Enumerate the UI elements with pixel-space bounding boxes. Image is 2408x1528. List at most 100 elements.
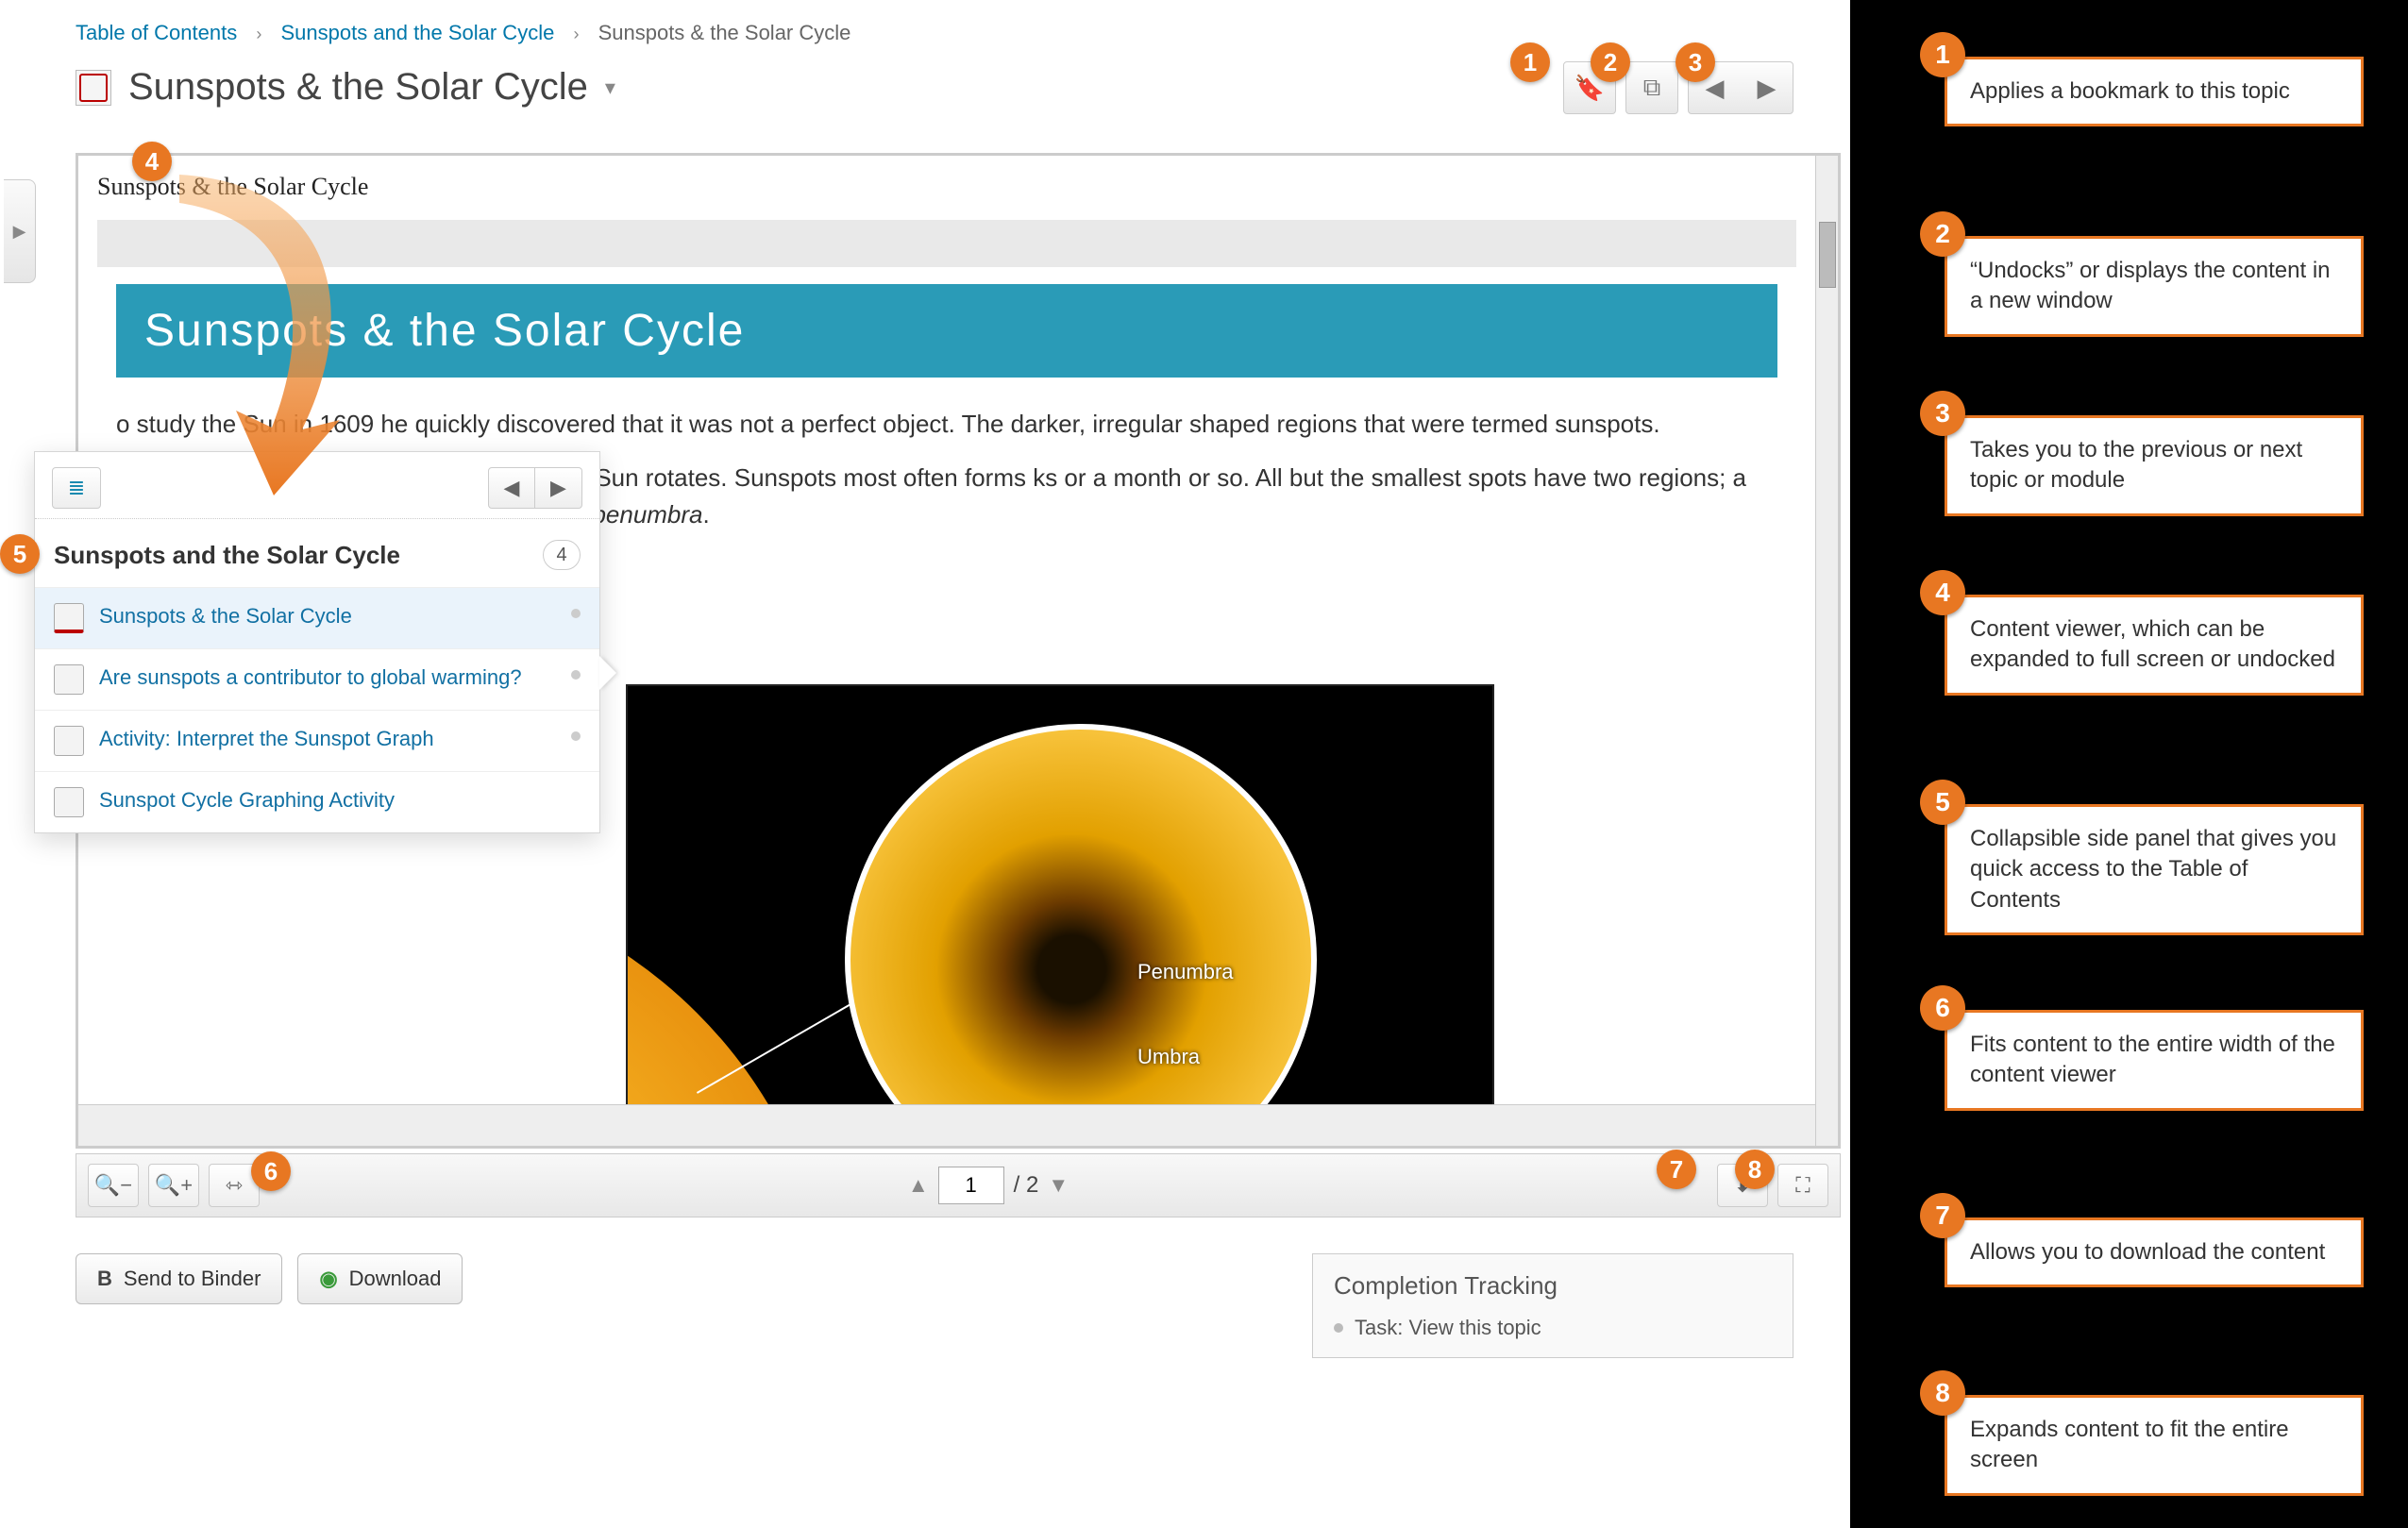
callout-note-text: Applies a bookmark to this topic <box>1970 78 2290 104</box>
callout-badge-7: 7 <box>1920 1193 1965 1238</box>
callout-marker-7: 7 <box>1657 1150 1696 1189</box>
download-label: Download <box>349 1267 442 1291</box>
zoom-out-icon: 🔍− <box>94 1173 132 1198</box>
binder-icon: B <box>97 1267 112 1291</box>
callout-marker-4: 4 <box>132 142 172 181</box>
title-dropdown-caret[interactable]: ▾ <box>605 76 615 100</box>
callout-marker-6: 6 <box>251 1151 291 1191</box>
breadcrumb-module[interactable]: Sunspots and the Solar Cycle <box>280 21 554 44</box>
paragraph-2-emph: penumbra <box>592 500 702 529</box>
pdf-icon <box>76 70 111 106</box>
page-up-button[interactable]: ▲ <box>908 1173 929 1198</box>
toc-item-label: Sunspot Cycle Graphing Activity <box>99 787 395 814</box>
breadcrumb: Table of Contents › Sunspots and the Sol… <box>76 21 850 45</box>
undock-icon: ⧉ <box>1643 73 1661 103</box>
send-to-binder-button[interactable]: B Send to Binder <box>76 1253 282 1304</box>
toc-item[interactable]: Activity: Interpret the Sunspot Graph <box>35 710 599 771</box>
callout-marker-5: 5 <box>0 534 40 574</box>
completion-heading: Completion Tracking <box>1334 1271 1772 1301</box>
fullscreen-icon: ⛶ <box>1795 1173 1810 1198</box>
completion-tracking-panel: Completion Tracking Task: View this topi… <box>1312 1253 1793 1358</box>
chevron-right-icon: › <box>243 25 275 43</box>
document-banner: Sunspots & the Solar Cycle <box>116 284 1777 378</box>
breadcrumb-root[interactable]: Table of Contents <box>76 21 237 44</box>
toc-side-panel: ≣ ◀ ▶ Sunspots and the Solar Cycle 4 Sun… <box>34 451 600 833</box>
status-dot-icon <box>571 731 581 741</box>
callout-marker-8: 8 <box>1735 1150 1775 1189</box>
send-to-binder-label: Send to Binder <box>124 1267 261 1291</box>
completion-task: Task: View this topic <box>1334 1316 1772 1340</box>
web-link-icon <box>54 726 84 756</box>
callout-note-2: “Undocks” or displays the content in a n… <box>1945 236 2364 337</box>
chevron-right-icon: › <box>560 25 592 43</box>
panel-prev-button[interactable]: ◀ <box>488 467 535 509</box>
callout-note-text: “Undocks” or displays the content in a n… <box>1970 258 2331 313</box>
callout-note-3: Takes you to the previous or next topic … <box>1945 415 2364 516</box>
page-input[interactable] <box>938 1167 1004 1204</box>
callout-note-8: Expands content to fit the entire screen <box>1945 1395 2364 1496</box>
breadcrumb-current: Sunspots & the Solar Cycle <box>598 21 851 44</box>
paragraph-1: o study the Sun in 1609 he quickly disco… <box>116 406 1777 443</box>
pdf-icon <box>54 603 84 633</box>
zoom-out-button[interactable]: 🔍− <box>88 1164 139 1207</box>
toc-item[interactable]: Sunspot Cycle Graphing Activity <box>35 771 599 832</box>
download-button[interactable]: ◉ Download <box>297 1253 463 1304</box>
callout-badge-2: 2 <box>1920 211 1965 257</box>
callout-badge-8: 8 <box>1920 1370 1965 1416</box>
callout-note-text: Content viewer, which can be expanded to… <box>1970 616 2335 672</box>
viewer-bottom-bar <box>78 1104 1815 1146</box>
fullscreen-button[interactable]: ⛶ <box>1777 1164 1828 1207</box>
label-umbra: Umbra <box>1137 1045 1200 1069</box>
toc-list-button[interactable]: ≣ <box>52 467 101 509</box>
panel-count-badge: 4 <box>543 540 581 570</box>
status-dot-icon <box>1334 1323 1343 1333</box>
panel-title: Sunspots and the Solar Cycle <box>54 541 400 570</box>
callout-marker-1: 1 <box>1510 42 1550 82</box>
discussion-icon <box>54 664 84 695</box>
label-penumbra: Penumbra <box>1137 960 1234 984</box>
callout-badge-5: 5 <box>1920 780 1965 825</box>
callout-marker-3: 3 <box>1675 42 1715 82</box>
callout-note-7: Allows you to download the content <box>1945 1217 2364 1287</box>
list-icon: ≣ <box>68 476 85 500</box>
document-band <box>97 220 1796 267</box>
toc-item-label: Sunspots & the Solar Cycle <box>99 603 352 630</box>
callout-note-text: Takes you to the previous or next topic … <box>1970 437 2302 493</box>
panel-next-button[interactable]: ▶ <box>535 467 582 509</box>
sunspot-image: Penumbra Umbra <box>626 684 1494 1104</box>
callout-note-text: Fits content to the entire width of the … <box>1970 1032 2335 1087</box>
page-nav: ▲ / 2 ▼ <box>908 1167 1069 1204</box>
document-header: Sunspots & the Solar Cycle <box>78 156 1815 210</box>
callout-badge-3: 3 <box>1920 391 1965 436</box>
toc-item-label: Are sunspots a contributor to global war… <box>99 664 522 692</box>
callout-badge-4: 4 <box>1920 570 1965 615</box>
callout-note-5: Collapsible side panel that gives you qu… <box>1945 804 2364 935</box>
undock-button[interactable]: ⧉ <box>1625 61 1678 114</box>
toc-item[interactable]: Sunspots & the Solar Cycle <box>35 587 599 648</box>
zoom-in-button[interactable]: 🔍+ <box>148 1164 199 1207</box>
callout-note-1: Applies a bookmark to this topic <box>1945 57 2364 126</box>
toc-item[interactable]: Are sunspots a contributor to global war… <box>35 648 599 710</box>
callout-note-4: Content viewer, which can be expanded to… <box>1945 595 2364 696</box>
fit-width-icon: ⇿ <box>226 1173 243 1198</box>
next-topic-button[interactable]: ▶ <box>1741 74 1793 103</box>
dropbox-icon <box>54 787 84 817</box>
callout-note-text: Expands content to fit the entire screen <box>1970 1417 2289 1472</box>
zoom-in-icon: 🔍+ <box>155 1173 193 1198</box>
side-panel-expand-tab[interactable]: ▶ <box>4 179 36 283</box>
callout-badge-1: 1 <box>1920 32 1965 77</box>
callout-note-text: Collapsible side panel that gives you qu… <box>1970 826 2336 913</box>
status-dot-icon <box>571 670 581 680</box>
page-down-button[interactable]: ▼ <box>1048 1173 1069 1198</box>
callout-note-6: Fits content to the entire width of the … <box>1945 1010 2364 1111</box>
page-title: Sunspots & the Solar Cycle <box>128 66 588 109</box>
status-dot-icon <box>571 609 581 618</box>
callout-badge-6: 6 <box>1920 985 1965 1031</box>
download-chip-icon: ◉ <box>319 1267 337 1291</box>
scrollbar[interactable] <box>1815 156 1838 1146</box>
pdf-toolbar: 🔍− 🔍+ ⇿ ▲ / 2 ▼ ⬇ ⛶ <box>76 1153 1841 1217</box>
page-total: / 2 <box>1014 1172 1039 1199</box>
scrollbar-thumb[interactable] <box>1819 222 1836 288</box>
paragraph-2b: . <box>703 500 710 529</box>
callout-marker-2: 2 <box>1591 42 1630 82</box>
